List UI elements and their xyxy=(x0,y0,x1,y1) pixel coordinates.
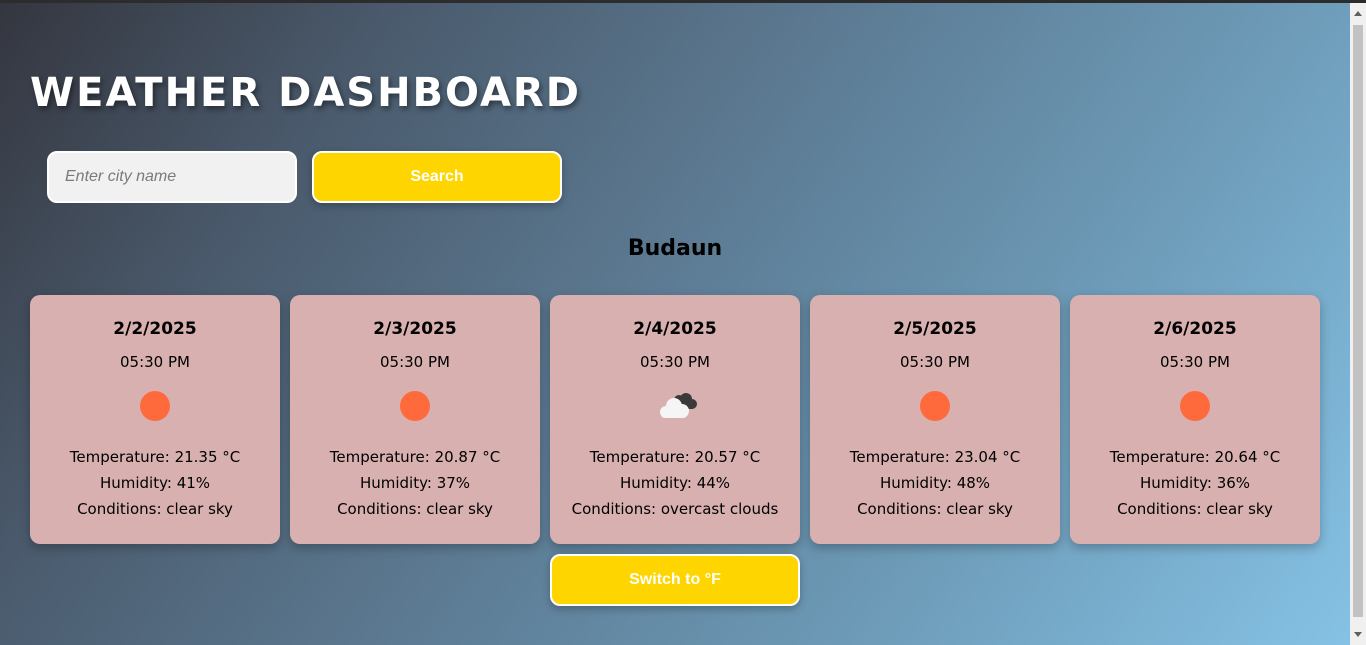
forecast-time: 05:30 PM xyxy=(380,353,450,371)
forecast-conditions: Conditions: clear sky xyxy=(77,500,233,518)
sun-icon xyxy=(915,390,955,426)
forecast-date: 2/5/2025 xyxy=(893,319,977,339)
sun-icon xyxy=(1175,390,1215,426)
forecast-card: 2/6/2025 05:30 PM Temperature: 20.64 °C … xyxy=(1070,295,1320,544)
forecast-date: 2/4/2025 xyxy=(633,319,717,339)
page-title: WEATHER DASHBOARD xyxy=(30,70,581,116)
forecast-conditions: Conditions: clear sky xyxy=(857,500,1013,518)
scroll-up-arrow-icon[interactable] xyxy=(1354,11,1362,16)
forecast-conditions: Conditions: clear sky xyxy=(337,500,493,518)
overcast-clouds-icon xyxy=(655,390,697,426)
scroll-down-arrow-icon[interactable] xyxy=(1354,632,1362,637)
forecast-time: 05:30 PM xyxy=(1160,353,1230,371)
forecast-temperature: Temperature: 23.04 °C xyxy=(849,448,1021,466)
forecast-card: 2/2/2025 05:30 PM Temperature: 21.35 °C … xyxy=(30,295,280,544)
forecast-temperature: Temperature: 20.64 °C xyxy=(1109,448,1281,466)
forecast-temperature: Temperature: 20.57 °C xyxy=(589,448,761,466)
forecast-humidity: Humidity: 44% xyxy=(619,474,731,492)
forecast-time: 05:30 PM xyxy=(900,353,970,371)
forecast-humidity: Humidity: 41% xyxy=(99,474,211,492)
sun-icon xyxy=(395,390,435,426)
forecast-temperature: Temperature: 20.87 °C xyxy=(329,448,501,466)
window-top-border xyxy=(0,0,1366,3)
forecast-card: 2/3/2025 05:30 PM Temperature: 20.87 °C … xyxy=(290,295,540,544)
forecast-humidity: Humidity: 48% xyxy=(879,474,991,492)
forecast-card: 2/5/2025 05:30 PM Temperature: 23.04 °C … xyxy=(810,295,1060,544)
city-search-input[interactable] xyxy=(47,151,297,203)
forecast-humidity: Humidity: 36% xyxy=(1139,474,1251,492)
forecast-date: 2/6/2025 xyxy=(1153,319,1237,339)
forecast-time: 05:30 PM xyxy=(120,353,190,371)
forecast-time: 05:30 PM xyxy=(640,353,710,371)
search-button[interactable]: Search xyxy=(312,151,562,203)
forecast-cards: 2/2/2025 05:30 PM Temperature: 21.35 °C … xyxy=(30,295,1320,544)
scrollbar-thumb[interactable] xyxy=(1353,25,1363,617)
sun-icon xyxy=(135,390,175,426)
forecast-date: 2/3/2025 xyxy=(373,319,457,339)
forecast-conditions: Conditions: overcast clouds xyxy=(571,500,779,518)
forecast-conditions: Conditions: clear sky xyxy=(1117,500,1273,518)
switch-unit-button[interactable]: Switch to °F xyxy=(550,554,800,606)
forecast-card: 2/4/2025 05:30 PM Temperature: 20.57 °C … xyxy=(550,295,800,544)
forecast-temperature: Temperature: 21.35 °C xyxy=(69,448,241,466)
forecast-date: 2/2/2025 xyxy=(113,319,197,339)
forecast-humidity: Humidity: 37% xyxy=(359,474,471,492)
vertical-scrollbar[interactable] xyxy=(1350,3,1366,645)
city-name: Budaun xyxy=(627,236,723,261)
